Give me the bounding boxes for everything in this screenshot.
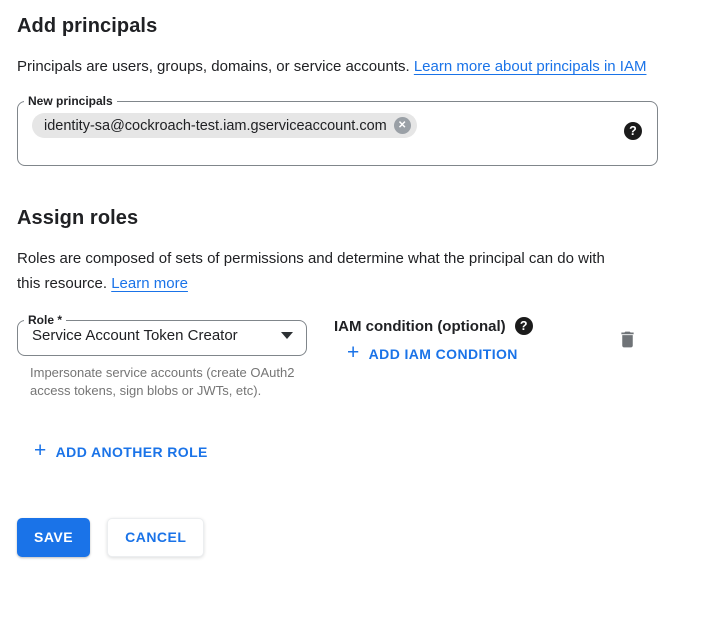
help-icon[interactable]: ?	[515, 317, 533, 335]
dialog-actions: SAVE CANCEL	[17, 518, 657, 557]
plus-icon: +	[347, 345, 360, 361]
new-principals-label: New principals	[24, 95, 117, 107]
new-principals-input[interactable]: identity-sa@cockroach-test.iam.gservicea…	[18, 107, 657, 165]
principal-chip-text: identity-sa@cockroach-test.iam.gservicea…	[44, 118, 387, 134]
add-principals-dialog: Add principals Principals are users, gro…	[0, 0, 713, 557]
arrow-drop-down-icon	[281, 332, 293, 339]
role-helper-text: Impersonate service accounts (create OAu…	[30, 364, 295, 400]
assign-roles-title: Assign roles	[17, 206, 657, 230]
role-row: Role * Service Account Token Creator Imp…	[17, 314, 657, 400]
role-selected-value: Service Account Token Creator	[32, 327, 238, 344]
delete-icon	[617, 329, 638, 350]
role-column: Role * Service Account Token Creator Imp…	[17, 314, 307, 400]
iam-condition-label-row: IAM condition (optional) ?	[334, 317, 533, 335]
plus-icon: +	[34, 443, 47, 459]
role-label: Role *	[24, 314, 66, 326]
iam-condition-label: IAM condition (optional)	[334, 318, 506, 335]
assign-roles-description: Roles are composed of sets of permission…	[17, 246, 617, 296]
new-principals-field: New principals identity-sa@cockroach-tes…	[17, 95, 658, 166]
iam-condition-column: IAM condition (optional) ? + ADD IAM CON…	[334, 314, 533, 364]
add-principals-description: Principals are users, groups, domains, o…	[17, 54, 647, 79]
description-text: Principals are users, groups, domains, o…	[17, 58, 414, 75]
role-select[interactable]: Role * Service Account Token Creator	[17, 314, 307, 356]
learn-more-principals-link[interactable]: Learn more about principals in IAM	[414, 58, 647, 75]
add-another-role-button[interactable]: + ADD ANOTHER ROLE	[34, 444, 208, 460]
add-principals-title: Add principals	[17, 14, 657, 38]
add-iam-condition-button[interactable]: + ADD IAM CONDITION	[347, 346, 518, 362]
role-select-inner: Service Account Token Creator	[18, 326, 306, 355]
cancel-button[interactable]: CANCEL	[107, 518, 204, 557]
close-icon[interactable]: ✕	[394, 117, 411, 134]
save-button[interactable]: SAVE	[17, 518, 90, 557]
principal-chip: identity-sa@cockroach-test.iam.gservicea…	[32, 113, 417, 138]
assign-roles-section: Assign roles Roles are composed of sets …	[17, 206, 657, 462]
delete-role-button[interactable]	[615, 327, 640, 355]
description-text: Roles are composed of sets of permission…	[17, 250, 605, 292]
help-icon[interactable]: ?	[624, 122, 642, 140]
learn-more-roles-link[interactable]: Learn more	[111, 275, 188, 292]
